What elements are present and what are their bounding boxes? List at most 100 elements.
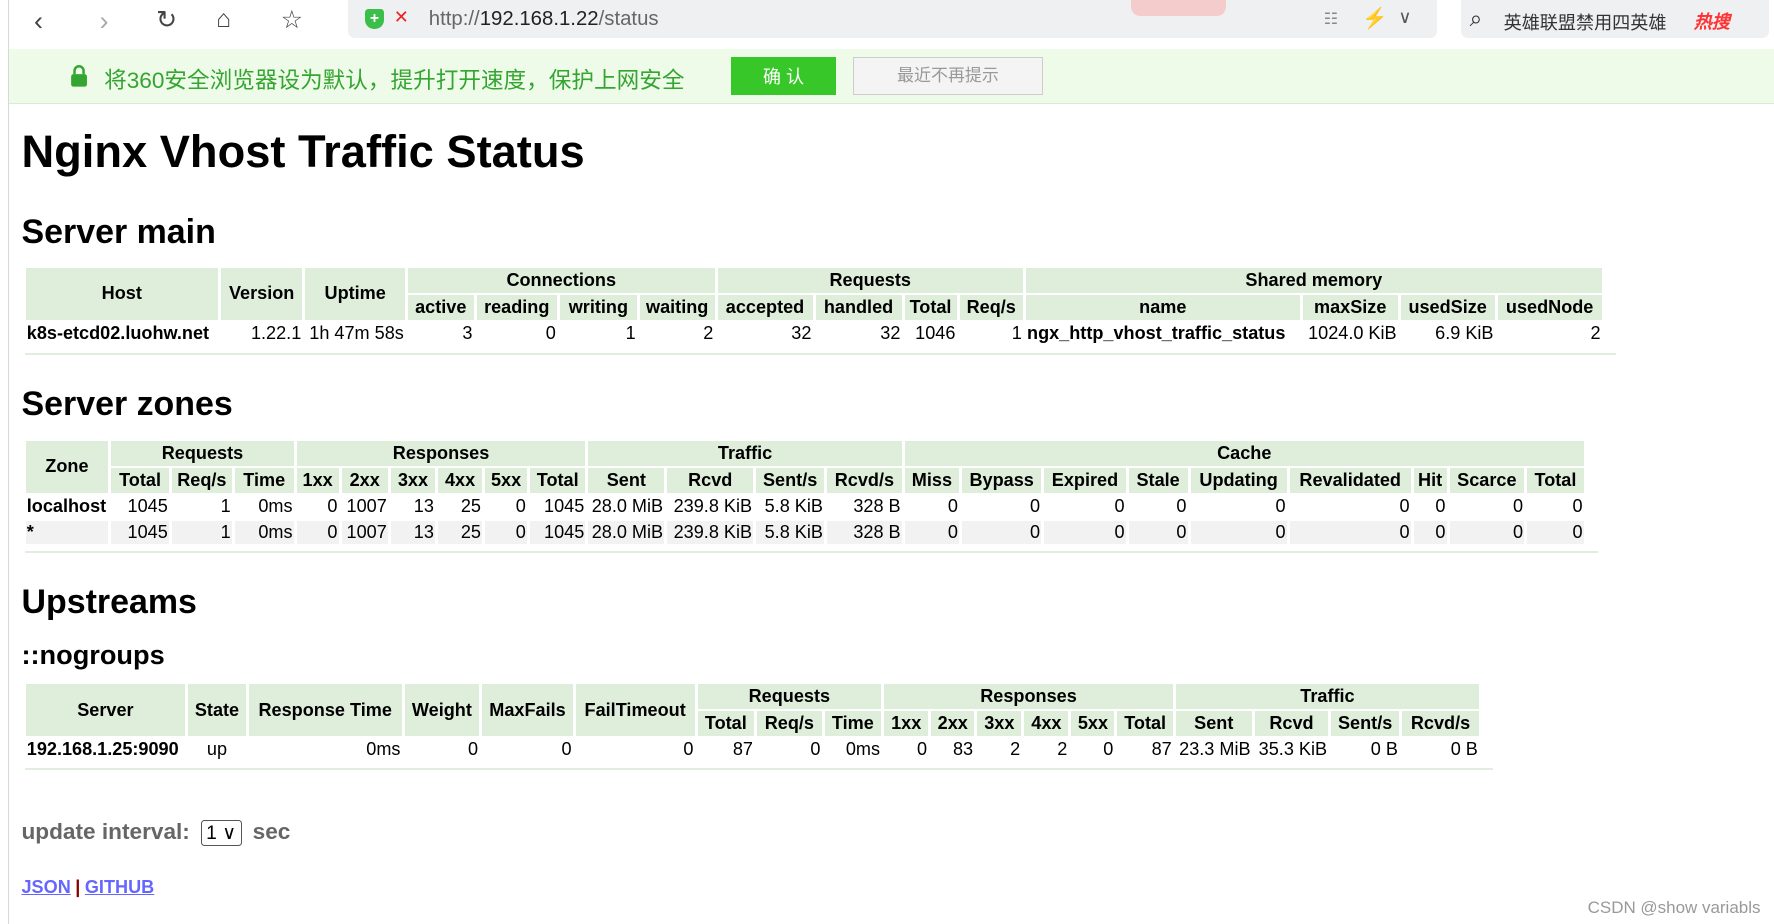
group-header: Responses	[884, 684, 1173, 710]
group-header: Cache	[904, 440, 1584, 466]
table-cell: 0	[1030, 496, 1041, 517]
server-zones-heading: Server zones	[21, 384, 233, 423]
table-cell: 0ms	[366, 739, 401, 760]
column-header: Time	[824, 711, 882, 736]
update-interval: update interval: 1 ∨ sec	[21, 819, 290, 847]
column-header: Total	[529, 467, 586, 493]
column-header: 4xx	[1024, 711, 1069, 736]
json-link[interactable]: JSON	[21, 877, 70, 897]
column-header: 5xx	[1071, 711, 1115, 736]
column-header: Uptime	[305, 267, 405, 320]
column-header: usedNode	[1497, 294, 1602, 320]
table-cell: 328 B	[853, 496, 901, 517]
divider	[24, 550, 1598, 554]
github-link[interactable]: GITHUB	[85, 877, 154, 897]
column-header: usedSize	[1400, 294, 1495, 320]
lock-icon	[71, 65, 88, 88]
search-suggestion[interactable]: 英雄联盟禁用四英雄	[1504, 9, 1667, 35]
table-cell: 0	[1103, 739, 1114, 760]
qr-code-icon[interactable]: ☷	[1324, 9, 1338, 29]
table-row: localhost 1045 1 0ms 0 1007 13 25 0 1045 28.0 MiB 2…	[26, 495, 1584, 519]
column-header: Req/s	[171, 467, 232, 493]
table-cell: up	[206, 739, 228, 760]
table-row: * 1045 1 0ms 0 1007 13 25 0 1045 28.0 MiB 239.8 KiB…	[25, 520, 1584, 545]
upstream-group-name: ::nogroups	[21, 639, 165, 671]
column-header: maxSize	[1302, 294, 1398, 320]
table-cell: 28.0 MiB	[588, 520, 665, 545]
reload-icon[interactable]: ↻	[156, 5, 177, 35]
url-text[interactable]: http://192.168.1.22/status	[429, 8, 659, 31]
column-header: 1xx	[296, 467, 339, 493]
table-cell: 87	[732, 739, 753, 760]
table-cell: 0ms	[258, 496, 293, 517]
bookmark-star-icon[interactable]: ☆	[281, 5, 303, 35]
column-header: waiting	[639, 294, 715, 320]
group-header: Connections	[407, 267, 715, 293]
column-header: Req/s	[959, 294, 1023, 320]
column-header: Weight	[404, 684, 480, 736]
divider	[24, 768, 1494, 771]
table-cell: 0	[1275, 496, 1286, 517]
server-main-heading: Server main	[21, 212, 216, 251]
table-cell: 0	[468, 739, 479, 760]
table-cell: 0	[545, 323, 556, 344]
group-header: Requests	[697, 684, 882, 710]
table-cell: 1	[171, 520, 232, 545]
table-cell: 0	[1527, 520, 1584, 545]
table-cell: 28.0 MiB	[591, 496, 664, 517]
column-header: Host	[25, 267, 218, 320]
column-header: Hit	[1413, 467, 1447, 493]
table-cell: 0	[515, 496, 526, 517]
table-cell: 0	[485, 520, 527, 545]
table-cell: 2	[1590, 323, 1601, 344]
table-cell: 3	[462, 323, 473, 344]
home-icon[interactable]: ⌂	[216, 5, 231, 34]
table-cell: 1	[220, 496, 231, 517]
forward-icon[interactable]: ›	[100, 5, 109, 37]
table-cell: 2	[1057, 739, 1068, 760]
table-cell: 0	[1512, 496, 1524, 517]
table-cell: 5.8 KiB	[764, 496, 823, 517]
url-path: /status	[598, 7, 659, 30]
table-cell: 1h 47m 58s	[309, 323, 404, 344]
chevron-down-icon[interactable]: ∨	[1398, 7, 1411, 28]
column-header: Sent	[1175, 711, 1252, 736]
column-header: Revalidated	[1289, 467, 1411, 493]
table-cell: 0	[1114, 496, 1125, 517]
column-header: 1xx	[884, 711, 929, 736]
column-header: Time	[234, 467, 294, 493]
column-header: Rcvd	[1254, 711, 1329, 736]
insecure-icon: ✕	[393, 6, 409, 27]
column-header: Sent/s	[1331, 711, 1400, 736]
table-cell: *	[25, 520, 109, 545]
column-header: MaxFails	[482, 684, 573, 736]
column-header: Version	[220, 267, 303, 320]
search-icon: ⌕	[1469, 5, 1483, 31]
column-header: Sent/s	[756, 467, 825, 493]
lightning-icon[interactable]: ⚡	[1362, 6, 1387, 31]
update-interval-select[interactable]: 1 ∨	[200, 820, 242, 847]
table-cell: 0	[1176, 496, 1187, 517]
back-icon[interactable]: ‹	[34, 5, 43, 37]
table-cell: 13	[413, 496, 434, 517]
column-header: Server	[25, 684, 186, 736]
table-cell: 35.3 KiB	[1258, 739, 1328, 760]
header-group-row: Zone Requests Responses Traffic Cache	[25, 440, 1584, 493]
column-header: 3xx	[977, 711, 1022, 736]
hot-search-badge[interactable]: 热搜	[1694, 8, 1730, 34]
column-header: handled	[815, 294, 902, 320]
header-row: Total Req/s Time 1xx 2xx 3xx 4xx 5xx Total Sent Rc…	[26, 467, 1584, 493]
table-cell: 25	[438, 520, 483, 545]
screenshot-tab	[1131, 0, 1227, 16]
address-bar[interactable]: + ✕ http://192.168.1.22/status ☷ ⚡ ∨	[348, 0, 1437, 39]
table-cell: 0	[1435, 496, 1446, 517]
table-cell: 83	[952, 739, 974, 760]
column-header: active	[407, 294, 474, 320]
table-cell: 0	[1190, 520, 1287, 545]
column-header: Sent	[588, 467, 665, 493]
confirm-button[interactable]: 确 认	[730, 56, 837, 95]
column-header: Expired	[1044, 467, 1126, 493]
url-scheme: http://	[428, 7, 480, 30]
dismiss-button[interactable]: 最近不再提示	[853, 56, 1043, 95]
search-box[interactable]: ⌕ 英雄联盟禁用四英雄 热搜	[1460, 0, 1770, 39]
